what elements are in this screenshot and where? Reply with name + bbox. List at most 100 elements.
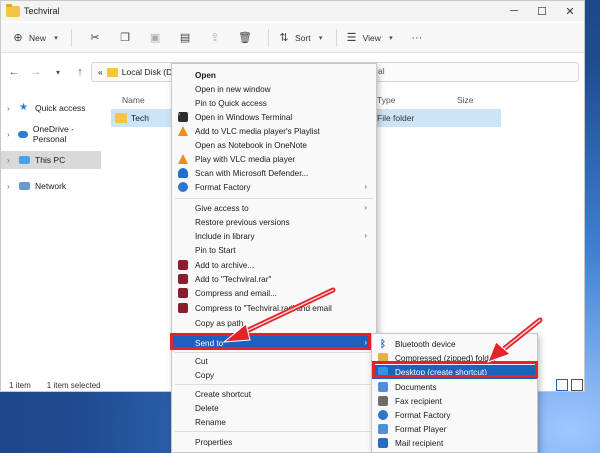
menu-item-properties[interactable]: Properties: [172, 435, 376, 449]
chevron-down-icon: ▾: [54, 34, 58, 42]
back-arrow-icon[interactable]: ←: [3, 62, 25, 82]
up-arrow-icon[interactable]: ↑: [69, 62, 91, 82]
column-header-type[interactable]: Type: [377, 95, 395, 105]
menu-item-add-rar[interactable]: Add to "Techviral.rar": [172, 272, 376, 286]
sidebar-item-label: OneDrive - Personal: [32, 124, 74, 144]
close-button[interactable]: ✕: [556, 1, 584, 21]
details-view-icon[interactable]: [556, 379, 568, 391]
toolbar-divider: [335, 28, 337, 47]
menu-item-add-archive[interactable]: Add to archive...: [172, 258, 376, 272]
column-header-size[interactable]: Size: [457, 95, 474, 105]
chevron-right-icon[interactable]: ›: [7, 130, 14, 139]
window-title: Techviral: [24, 6, 60, 16]
menu-item-label: Pin to Start: [195, 245, 236, 255]
menu-item-restore-versions[interactable]: Restore previous versions: [172, 215, 376, 229]
sort-label: Sort: [295, 32, 311, 43]
menu-item-delete[interactable]: Delete: [172, 401, 376, 415]
chevron-right-icon[interactable]: ›: [7, 156, 15, 165]
menu-item-rename[interactable]: Rename: [172, 415, 376, 429]
menu-item-label: Rename: [195, 417, 226, 427]
command-bar: ⊕ New ▾ ✂ ❐ ▣ ▤ ⇪ 🗑 ⇅ Sort ▾ ☰ View ▾ ··…: [1, 23, 584, 53]
menu-item-pin-start[interactable]: Pin to Start: [172, 243, 376, 257]
sort-button[interactable]: ⇅ Sort ▾: [277, 26, 328, 50]
maximize-button[interactable]: ☐: [528, 1, 556, 21]
menu-item-pin-quick-access[interactable]: Pin to Quick access: [172, 96, 376, 110]
menu-item-defender[interactable]: Scan with Microsoft Defender...: [172, 166, 376, 180]
menu-item-onenote[interactable]: Open as Notebook in OneNote: [172, 138, 376, 152]
sidebar-item-network[interactable]: › Network: [1, 177, 101, 195]
menu-item-cut[interactable]: Cut: [172, 354, 376, 368]
minimize-button[interactable]: ─: [500, 1, 528, 21]
winrar-icon: [178, 274, 188, 284]
context-menu: Open Open in new window Pin to Quick acc…: [171, 63, 377, 453]
sidebar-item-onedrive[interactable]: › OneDrive - Personal: [1, 124, 101, 144]
new-label: New: [29, 32, 47, 43]
menu-item-label: Format Factory: [195, 182, 251, 192]
menu-item-open-new-window[interactable]: Open in new window: [172, 82, 376, 96]
tiles-view-icon[interactable]: [571, 379, 583, 391]
column-header-name[interactable]: Name: [122, 95, 145, 105]
item-count: 1 item: [9, 380, 31, 390]
sidebar-item-this-pc[interactable]: › This PC: [1, 151, 101, 169]
blank-icon: [178, 437, 188, 447]
copy-icon[interactable]: ❐: [118, 31, 132, 45]
recent-chevron-icon[interactable]: ▾: [47, 62, 69, 82]
submenu-item-fax[interactable]: Fax recipient: [372, 394, 537, 408]
menu-item-label: Copy: [195, 370, 215, 380]
cut-icon[interactable]: ✂: [88, 31, 102, 45]
submenu-item-label: Mail recipient: [395, 438, 444, 448]
blank-icon: [178, 203, 188, 213]
terminal-icon: ›: [178, 112, 188, 122]
menu-item-label: Add to VLC media player's Playlist: [195, 126, 320, 136]
submenu-item-mail[interactable]: Mail recipient: [372, 436, 537, 450]
forward-arrow-icon[interactable]: →: [25, 62, 47, 82]
vlc-icon: [178, 126, 188, 136]
menu-item-label: Add to archive...: [195, 260, 255, 270]
send-to-submenu: ᛒ Bluetooth device Compressed (zipped) f…: [371, 333, 538, 453]
menu-item-vlc-playlist[interactable]: Add to VLC media player's Playlist: [172, 124, 376, 138]
menu-item-label: Compress and email...: [195, 288, 277, 298]
toolbar-divider: [268, 28, 270, 47]
menu-item-copy-path[interactable]: Copy as path: [172, 316, 376, 330]
menu-item-label: Open as Notebook in OneNote: [195, 140, 307, 150]
menu-item-vlc-play[interactable]: Play with VLC media player: [172, 152, 376, 166]
breadcrumb-overflow[interactable]: «: [98, 67, 103, 77]
pc-icon: [19, 156, 30, 164]
sidebar-item-quick-access[interactable]: › ★ Quick access: [1, 99, 101, 117]
menu-item-create-shortcut[interactable]: Create shortcut: [172, 387, 376, 401]
rename-icon[interactable]: ▤: [178, 31, 192, 45]
menu-item-label: Cut: [195, 356, 208, 366]
paste-icon[interactable]: ▣: [148, 31, 162, 45]
view-button[interactable]: ☰ View ▾: [345, 26, 398, 50]
submenu-item-format-factory[interactable]: Format Factory: [372, 408, 537, 422]
menu-item-compress-rar-email[interactable]: Compress to "Techviral.rar" and email: [172, 301, 376, 315]
submenu-item-format-player[interactable]: Format Player: [372, 422, 537, 436]
more-options-icon[interactable]: ···: [410, 31, 424, 45]
menu-item-copy[interactable]: Copy: [172, 368, 376, 382]
menu-item-format-factory[interactable]: Format Factory ›: [172, 180, 376, 194]
menu-divider: [175, 198, 373, 199]
new-button[interactable]: ⊕ New ▾: [11, 26, 63, 50]
submenu-item-documents[interactable]: Documents: [372, 380, 537, 394]
menu-item-label: Create shortcut: [195, 389, 251, 399]
blank-icon: [178, 403, 188, 413]
share-icon[interactable]: ⇪: [208, 31, 222, 45]
menu-item-open-terminal[interactable]: › Open in Windows Terminal: [172, 110, 376, 124]
format-player-icon: [378, 424, 388, 434]
window-controls: ─ ☐ ✕: [500, 1, 584, 21]
blank-icon: [178, 245, 188, 255]
submenu-item-bluetooth[interactable]: ᛒ Bluetooth device: [372, 337, 537, 351]
menu-item-give-access[interactable]: Give access to ›: [172, 201, 376, 215]
chevron-right-icon[interactable]: ›: [7, 182, 15, 191]
menu-item-compress-email[interactable]: Compress and email...: [172, 286, 376, 300]
bluetooth-icon: ᛒ: [380, 338, 386, 350]
blank-icon: [178, 217, 188, 227]
chevron-right-icon: ›: [364, 182, 367, 191]
menu-item-open[interactable]: Open: [172, 68, 376, 82]
menu-item-include-library[interactable]: Include in library ›: [172, 229, 376, 243]
chevron-right-icon[interactable]: ›: [7, 104, 15, 113]
delete-icon[interactable]: 🗑: [238, 31, 252, 45]
chevron-right-icon: ›: [364, 203, 367, 212]
blank-icon: [178, 417, 188, 427]
breadcrumb-path[interactable]: Local Disk (D:): [122, 67, 178, 77]
